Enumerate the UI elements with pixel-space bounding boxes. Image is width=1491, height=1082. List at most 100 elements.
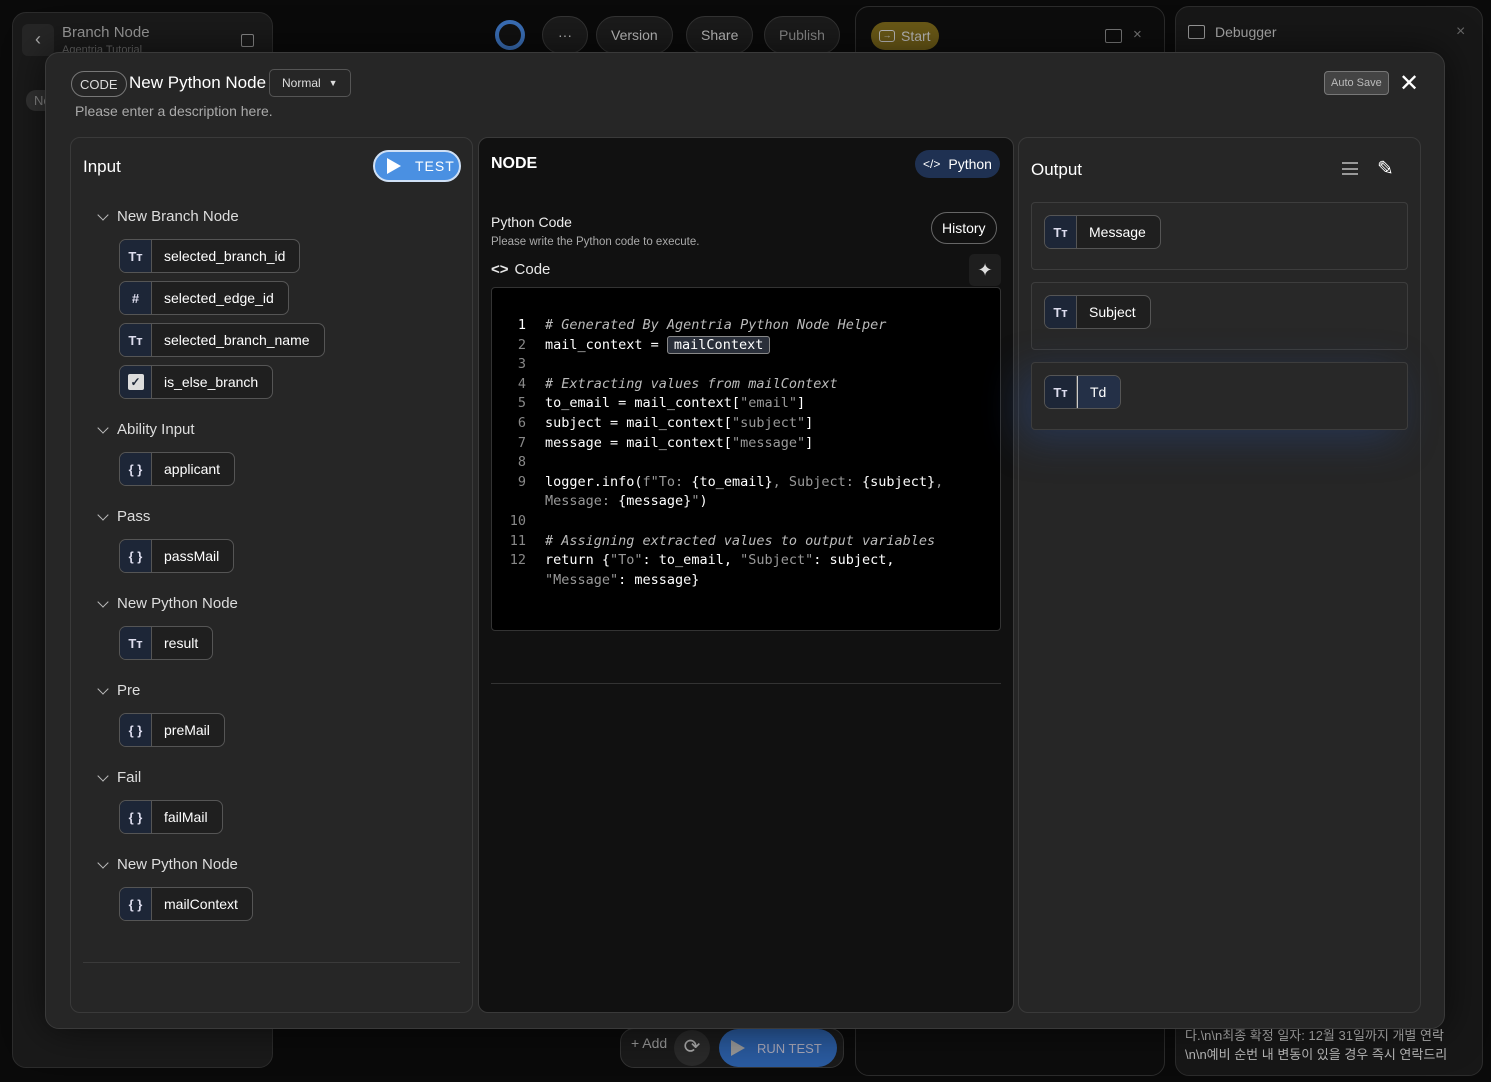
variable-chip[interactable]: { } failMail <box>119 800 223 834</box>
chevron-down-icon <box>97 595 109 608</box>
input-group-header[interactable]: New Python Node <box>97 856 238 873</box>
code-token: logger.info( <box>545 473 643 490</box>
output-variable-card[interactable]: Tт Td <box>1031 362 1408 430</box>
variable-name: Subject <box>1089 304 1136 320</box>
variable-chip[interactable]: # selected_edge_id <box>119 281 289 315</box>
code-token: # Generated By Agentria Python Node Help… <box>545 317 887 333</box>
output-variable-card[interactable]: Tт Subject <box>1031 282 1408 350</box>
code-token: # Assigning extracted values to output v… <box>545 532 936 549</box>
close-start-icon[interactable]: × <box>1133 26 1142 43</box>
line-number: 9 <box>517 473 526 490</box>
line-number: 5 <box>517 395 526 412</box>
play-icon <box>387 158 401 174</box>
line-number: 4 <box>517 375 526 392</box>
share-button[interactable]: Share <box>686 16 754 54</box>
text-type-icon: Tт <box>120 627 152 659</box>
code-icon: </> <box>923 157 941 171</box>
input-panel: Input TEST New Branch Node Tт selected_bra… <box>70 137 473 1013</box>
object-type-icon: { } <box>120 540 152 572</box>
code-token: to_email = mail_context[ <box>545 395 741 412</box>
code-label: Code <box>514 261 551 278</box>
line-number: 8 <box>517 454 526 471</box>
sidebar-toggle-icon[interactable] <box>241 34 254 47</box>
variable-name: is_else_branch <box>164 374 259 390</box>
app-logo <box>495 20 525 50</box>
input-title: Input <box>83 157 121 176</box>
code-token: ) <box>699 493 708 510</box>
test-button[interactable]: TEST <box>373 150 461 182</box>
code-line: 11 # Assigning extracted values to output… <box>492 532 1000 552</box>
node-description[interactable]: Please enter a description here. <box>75 103 273 119</box>
code-line: 12 return {"To": to_email, "Subject": sub… <box>492 551 1000 590</box>
variable-name: preMail <box>164 722 210 738</box>
mode-select[interactable]: Normal ▼ <box>269 69 351 97</box>
number-type-icon: # <box>120 282 152 314</box>
start-badge[interactable]: → Start <box>871 22 939 50</box>
auto-save-toggle[interactable]: Auto Save <box>1324 71 1389 95</box>
input-group-header[interactable]: New Python Node <box>97 595 238 612</box>
code-label-row: <> Code <box>491 261 550 278</box>
code-line: 2 mail_context = mailContext <box>492 335 1000 356</box>
close-modal-icon[interactable]: ✕ <box>1399 69 1419 98</box>
terminal-icon[interactable] <box>1105 29 1122 43</box>
close-debugger-icon[interactable]: × <box>1456 23 1465 41</box>
enter-icon: → <box>879 30 895 42</box>
node-type-tag: CODE <box>71 71 127 97</box>
more-button[interactable]: ··· <box>542 16 588 54</box>
group-name: New Python Node <box>117 856 238 873</box>
history-refresh-icon[interactable]: ⟳ <box>674 1030 710 1066</box>
object-type-icon: { } <box>120 888 152 920</box>
language-badge[interactable]: </> Python <box>915 150 1000 178</box>
code-line: 5 to_email = mail_context["email"] <box>492 394 1000 414</box>
code-token: "subject" <box>731 414 806 431</box>
output-title: Output <box>1031 160 1083 179</box>
variable-chip[interactable]: Tт selected_branch_id <box>119 239 301 273</box>
code-token: : message} <box>618 571 700 588</box>
input-group-header[interactable]: Fail <box>97 769 141 786</box>
ai-sparkle-icon[interactable]: ✦ <box>969 254 1001 286</box>
input-group-header[interactable]: Ability Input <box>97 421 195 438</box>
code-line: 4 # Extracting values from mailContext <box>492 375 1000 395</box>
variable-chip[interactable]: { } applicant <box>119 452 236 486</box>
variable-name: failMail <box>164 809 208 825</box>
input-group-header[interactable]: New Branch Node <box>97 208 239 225</box>
mode-value: Normal <box>282 76 321 90</box>
variable-chip[interactable]: Tт Td <box>1044 375 1122 409</box>
variable-chip[interactable]: Tт selected_branch_name <box>119 323 325 357</box>
chevron-down-icon <box>97 208 109 221</box>
code-line: 9 logger.info(f"To: {to_email}, Subject: … <box>492 473 1000 512</box>
variable-chip[interactable]: { } passMail <box>119 539 235 573</box>
input-group-header[interactable]: Pass <box>97 508 150 525</box>
variable-chip[interactable]: Tт Message <box>1044 215 1161 249</box>
input-group-header[interactable]: Pre <box>97 682 140 699</box>
variable-chip[interactable]: Tт Subject <box>1044 295 1151 329</box>
variable-name: selected_branch_name <box>164 332 310 348</box>
history-button[interactable]: History <box>931 212 997 244</box>
add-label[interactable]: + Add <box>631 1035 667 1051</box>
node-title[interactable]: New Python Node <box>129 73 266 93</box>
line-number: 1 <box>517 317 526 333</box>
chevron-down-icon <box>97 769 109 782</box>
group-name: Ability Input <box>117 421 195 438</box>
run-test-button[interactable]: RUN TEST <box>719 1029 837 1067</box>
chevron-down-icon <box>97 856 109 869</box>
node-editor-modal: CODE New Python Node Normal ▼ Please ente… <box>45 52 1445 1029</box>
variable-reference-chip[interactable]: mailContext <box>666 335 771 354</box>
back-button[interactable]: ‹ <box>22 24 54 56</box>
variable-name: selected_edge_id <box>164 290 274 306</box>
version-button[interactable]: Version <box>596 16 673 54</box>
code-token: subject = mail_context[ <box>545 414 732 431</box>
variable-chip[interactable]: { } preMail <box>119 713 225 747</box>
workflow-title: Branch Node <box>62 24 150 41</box>
code-editor[interactable]: 1 # Generated By Agentria Python Node Hel… <box>491 287 1001 631</box>
code-token: "Subject" <box>740 552 814 569</box>
menu-icon[interactable] <box>1342 162 1358 175</box>
divider <box>491 683 1001 684</box>
variable-chip[interactable]: { } mailContext <box>119 887 253 921</box>
code-line: 7 message = mail_context["message"] <box>492 434 1000 454</box>
variable-chip[interactable]: ✓ is_else_branch <box>119 365 274 399</box>
variable-chip[interactable]: Tт result <box>119 626 214 660</box>
edit-pencil-icon[interactable]: ✎ <box>1377 156 1394 181</box>
publish-button[interactable]: Publish <box>764 16 840 54</box>
output-variable-card[interactable]: Tт Message <box>1031 202 1408 270</box>
